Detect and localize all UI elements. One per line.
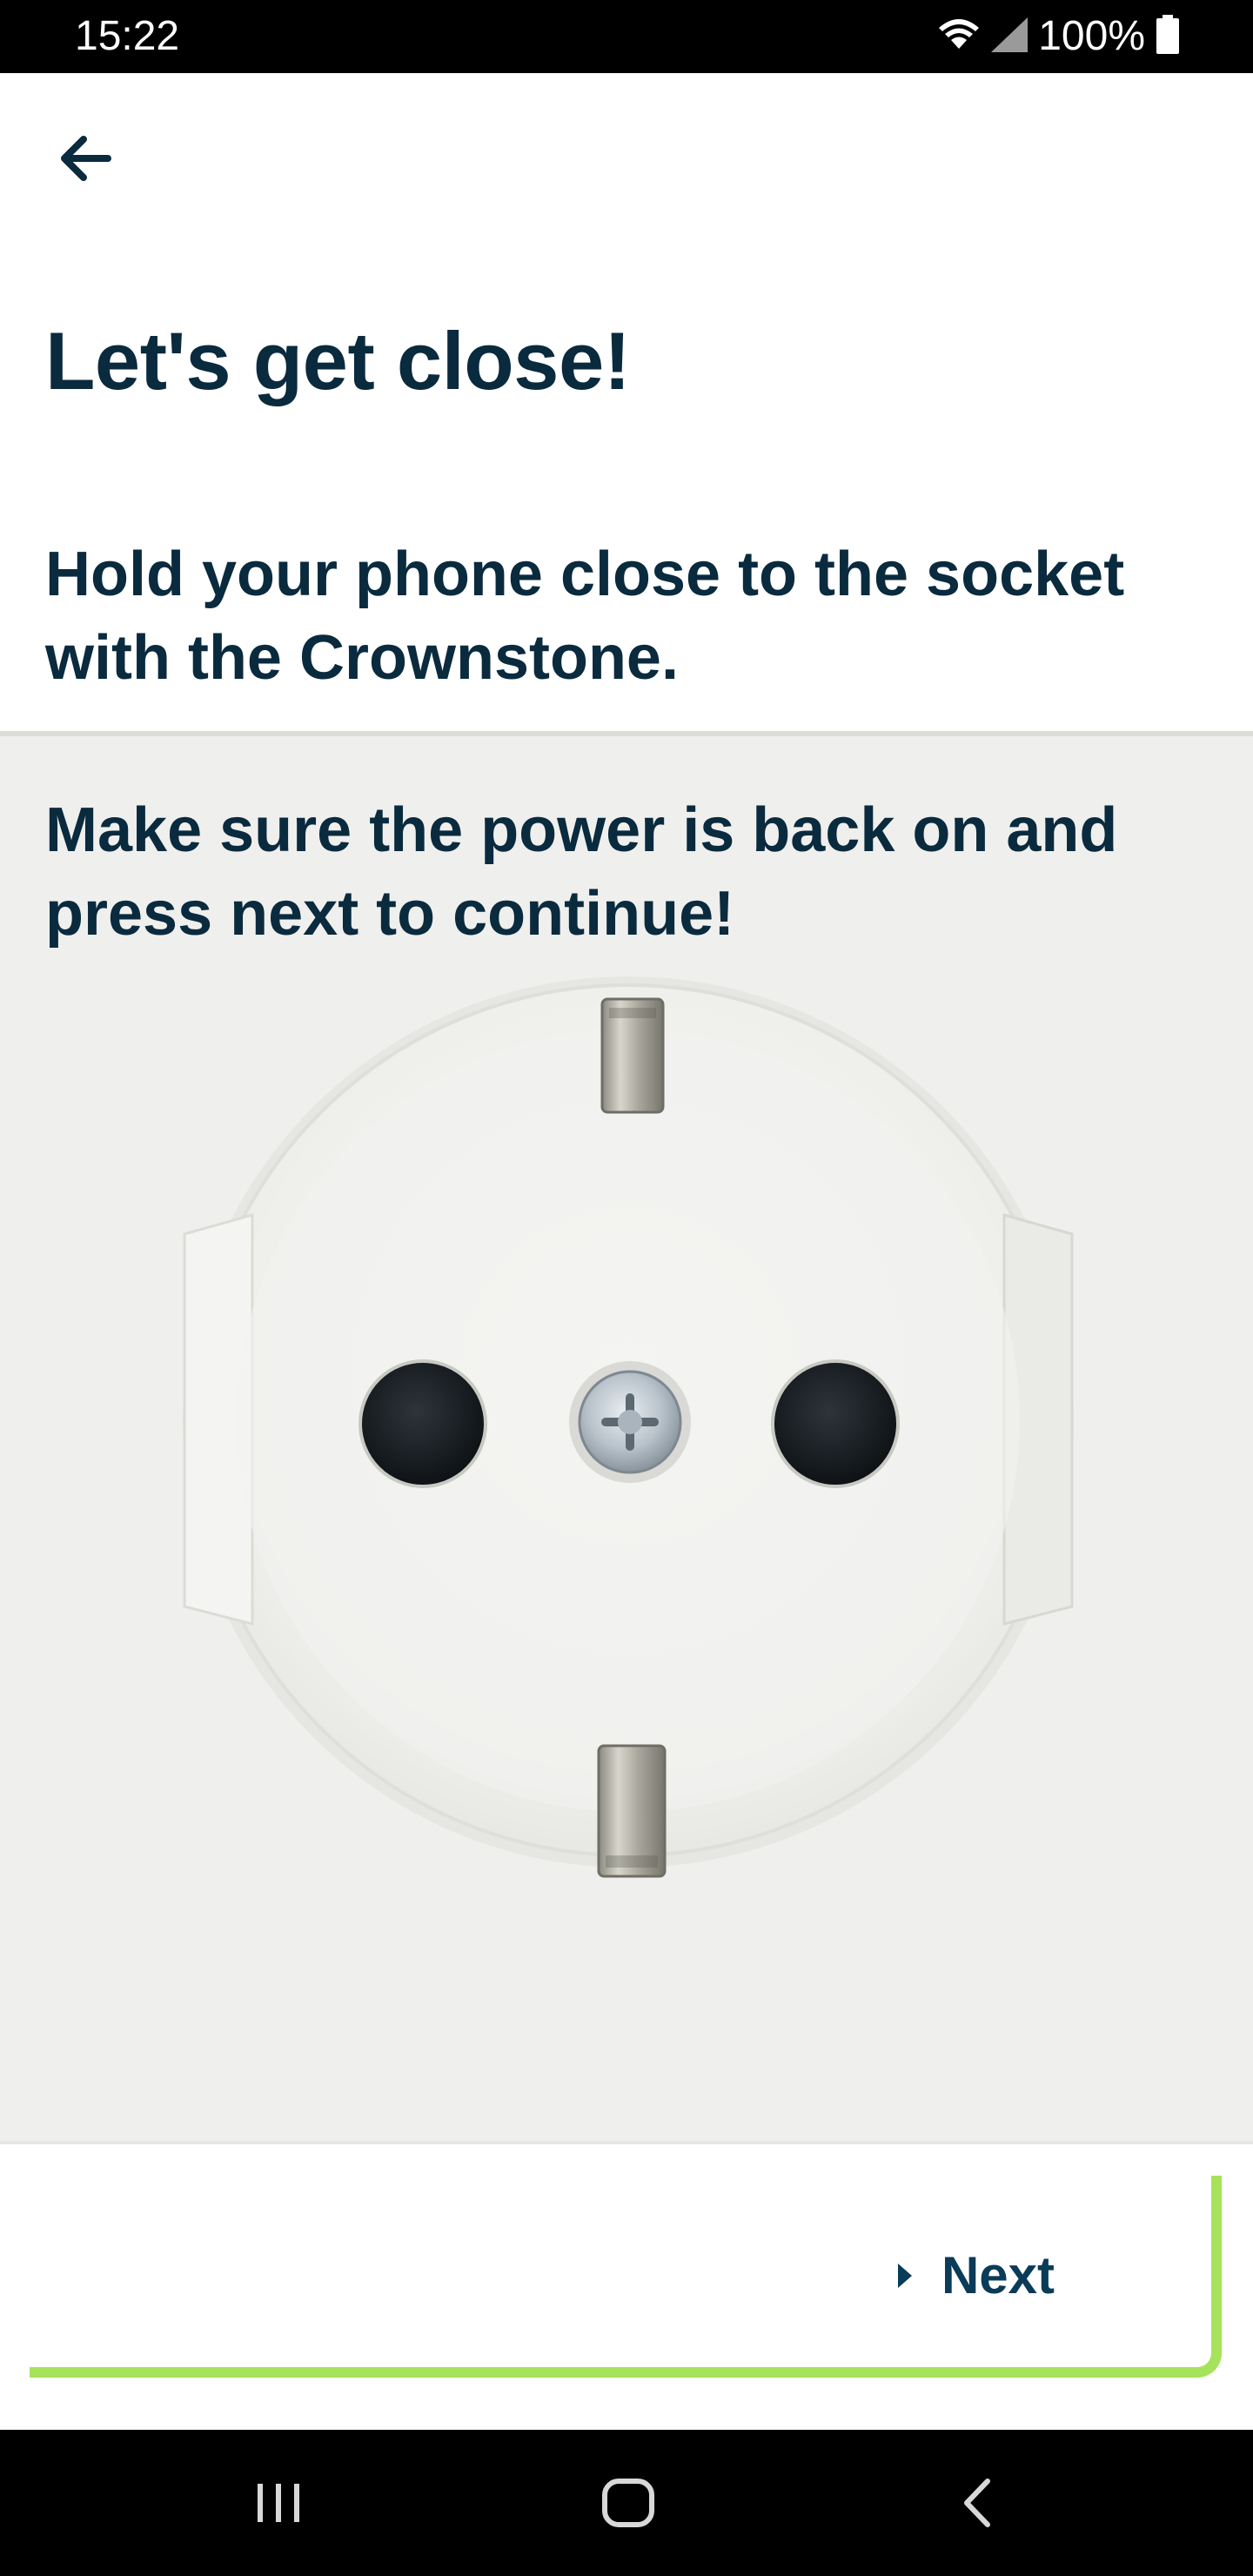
recent-apps-button[interactable] — [235, 2466, 322, 2539]
recent-apps-icon — [258, 2484, 299, 2522]
back-icon — [964, 2479, 990, 2527]
wifi-icon — [937, 16, 981, 58]
home-icon — [602, 2479, 654, 2527]
home-button[interactable] — [585, 2466, 672, 2539]
instruction-text: Hold your phone close to the socket with… — [45, 540, 1125, 693]
page-title: Let's get close! — [45, 315, 631, 406]
next-button[interactable]: Next — [30, 2176, 1222, 2378]
bottom-panel: Next — [0, 2141, 1253, 2430]
status-time: 15:22 — [75, 13, 180, 59]
caret-right-icon — [897, 2264, 912, 2288]
status-icons: 100% — [937, 10, 1180, 63]
power-note-text: Make sure the power is back on and press… — [45, 795, 1118, 949]
battery-percentage: 100% — [1038, 13, 1145, 59]
next-label: Next — [941, 2246, 1055, 2304]
signal-icon — [989, 16, 1029, 58]
back-button[interactable] — [49, 122, 122, 195]
socket-image-area: Make sure the power is back on and press… — [0, 731, 1253, 2141]
status-bar: 15:22 100% — [0, 0, 1253, 73]
battery-icon — [1156, 14, 1180, 59]
arrow-left-icon — [61, 136, 111, 181]
nav-back-button[interactable] — [935, 2466, 1022, 2539]
system-navigation-bar — [0, 2430, 1253, 2576]
next-button-content: Next — [897, 2245, 1055, 2306]
